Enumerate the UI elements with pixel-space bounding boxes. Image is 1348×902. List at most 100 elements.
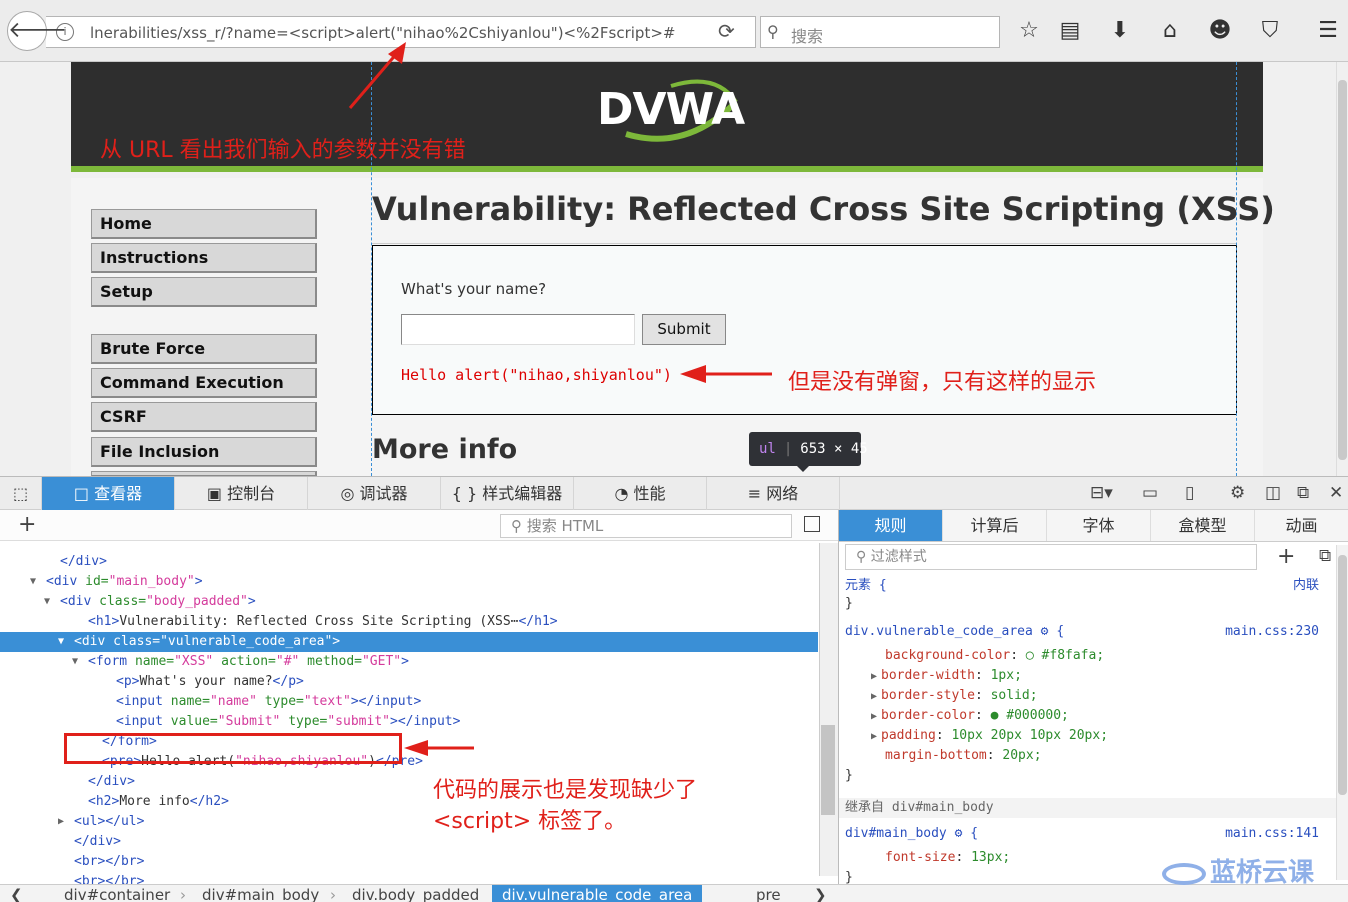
tab-console[interactable]: ▣ 控制台	[175, 477, 308, 510]
page-scrollbar-thumb[interactable]	[1338, 80, 1347, 460]
tree-toggle-icon[interactable]: ▼	[44, 592, 50, 612]
css-property[interactable]: margin-bottom	[885, 748, 987, 763]
markup-line-selected[interactable]: ▼ <div class="vulnerable_code_area">	[0, 632, 818, 652]
reload-icon[interactable]: ⟳	[718, 19, 735, 43]
back-button[interactable]: 🡐	[7, 11, 67, 51]
breadcrumb-item-body-padded[interactable]: div.body_padded	[352, 885, 479, 902]
tab-inspector[interactable]: □ 查看器	[42, 477, 175, 510]
markup-line[interactable]: <input name="name" type="text"></input>	[0, 692, 818, 712]
tab-rules[interactable]: 规则	[839, 510, 943, 541]
tab-fonts[interactable]: 字体	[1047, 510, 1151, 541]
submit-button[interactable]: Submit	[642, 314, 726, 345]
menu-home[interactable]: Home	[91, 209, 317, 239]
chat-icon[interactable]: ☻	[1206, 18, 1234, 44]
dock-side-icon[interactable]: ◫	[1265, 483, 1281, 503]
pocket-icon[interactable]: ⛉	[1256, 18, 1284, 44]
tree-toggle-icon[interactable]: ▼	[30, 572, 36, 592]
tab-style-editor[interactable]: { } 样式编辑器	[441, 477, 574, 510]
markup-line[interactable]: ▶ <ul></ul>	[0, 812, 818, 832]
css-value[interactable]: solid;	[991, 688, 1038, 703]
css-declaration[interactable]: ▶ border-width: 1px;	[871, 666, 1022, 687]
tab-debugger[interactable]: ◎ 调试器	[308, 477, 441, 510]
css-declaration[interactable]: ▶ border-style: solid;	[871, 686, 1038, 707]
add-node-icon[interactable]: +	[18, 512, 36, 537]
tab-performance[interactable]: ◔ 性能	[574, 477, 707, 510]
css-property[interactable]: padding	[881, 728, 936, 743]
css-value[interactable]: 10px 20px 10px 20px;	[951, 728, 1108, 743]
markup-line[interactable]: <h1>Vulnerability: Reflected Cross Site …	[0, 612, 818, 632]
css-value[interactable]: ◯ #f8fafa;	[1026, 648, 1104, 663]
breadcrumb-prev-icon[interactable]: ❮	[10, 885, 23, 902]
css-declaration[interactable]: margin-bottom: 20px;	[885, 746, 1042, 766]
css-property[interactable]: border-color	[881, 708, 975, 723]
menu-csrf[interactable]: CSRF	[91, 402, 317, 432]
css-value[interactable]: 20px;	[1002, 748, 1041, 763]
markup-line[interactable]: </div>	[0, 552, 818, 572]
tree-toggle-icon[interactable]: ▼	[72, 652, 78, 672]
menu-icon[interactable]: ☰	[1314, 18, 1342, 44]
css-declaration[interactable]: ▶ padding: 10px 20px 10px 20px;	[871, 726, 1108, 747]
breadcrumb-item-main-body[interactable]: div#main_body	[202, 885, 319, 902]
markup-line[interactable]: ▼ <form name="XSS" action="#" method="GET…	[0, 652, 818, 672]
split-console-icon[interactable]: ▭	[1142, 483, 1158, 503]
tab-computed[interactable]: 计算后	[943, 510, 1047, 541]
tab-network[interactable]: ≡ 网络	[707, 477, 840, 510]
css-property[interactable]: border-style	[881, 688, 975, 703]
css-declaration[interactable]: font-size: 13px;	[885, 848, 1010, 868]
search-input[interactable]: 搜索	[791, 23, 823, 47]
markup-line[interactable]: <input value="Submit" type="submit"></in…	[0, 712, 818, 732]
expand-toggle-icon[interactable]: ▶	[871, 731, 877, 742]
css-source-link[interactable]: main.css:141	[1225, 824, 1319, 844]
tab-box-model[interactable]: 盒模型	[1151, 510, 1255, 541]
sidebar-toggle-icon[interactable]	[804, 516, 820, 532]
search-box[interactable]: ⚲ 搜索	[760, 16, 1000, 48]
css-value[interactable]: 13px;	[971, 850, 1010, 865]
css-property[interactable]: background-color	[885, 648, 1010, 663]
breadcrumb-next-icon[interactable]: ❯	[814, 885, 827, 902]
menu-instructions[interactable]: Instructions	[91, 243, 317, 273]
add-rule-icon[interactable]: +	[1277, 544, 1295, 569]
download-icon[interactable]: ⬇	[1106, 18, 1134, 44]
breadcrumb-item-pre[interactable]: pre	[756, 885, 781, 902]
undock-icon[interactable]: ⧉	[1297, 483, 1309, 503]
expand-toggle-icon[interactable]: ▶	[871, 671, 877, 682]
close-icon[interactable]: ✕	[1329, 483, 1343, 503]
settings-gear-icon[interactable]: ⚙	[1230, 483, 1245, 503]
filter-styles-input[interactable]: ⚲ 过滤样式	[845, 544, 1257, 570]
breadcrumb-item-vulnerable-code-area[interactable]: div.vulnerable_code_area	[492, 885, 703, 902]
css-declaration[interactable]: background-color: ◯ #f8fafa;	[885, 646, 1104, 666]
layout-toggle-icon[interactable]: ⊟▾	[1090, 483, 1113, 503]
css-source-link[interactable]: main.css:230	[1225, 622, 1319, 642]
markup-line[interactable]: </div>	[0, 832, 818, 852]
breadcrumb-item-container[interactable]: div#container	[64, 885, 170, 902]
expand-toggle-icon[interactable]: ▶	[871, 711, 877, 722]
menu-brute-force[interactable]: Brute Force	[91, 334, 317, 364]
tab-animations[interactable]: 动画	[1255, 510, 1348, 541]
menu-setup[interactable]: Setup	[91, 277, 317, 307]
css-property[interactable]: border-width	[881, 668, 975, 683]
expand-toggle-icon[interactable]: ▶	[871, 691, 877, 702]
home-icon[interactable]: ⌂	[1156, 18, 1184, 44]
css-source-link[interactable]: 内联	[1293, 576, 1319, 596]
rules-scrollbar-thumb[interactable]	[1338, 555, 1347, 795]
markup-line[interactable]: ▼ <div id="main_body">	[0, 572, 818, 592]
name-input[interactable]	[401, 314, 635, 345]
element-picker-icon[interactable]: ⬚	[0, 477, 42, 510]
markup-line[interactable]: <p>What's your name?</p>	[0, 672, 818, 692]
css-value[interactable]: ● #000000;	[991, 708, 1069, 723]
bookmark-star-icon[interactable]: ☆	[1015, 18, 1043, 44]
css-property[interactable]: font-size	[885, 850, 955, 865]
markup-scrollbar[interactable]	[819, 543, 838, 876]
markup-line[interactable]: ▼ <div class="body_padded">	[0, 592, 818, 612]
tree-toggle-icon[interactable]: ▼	[58, 632, 64, 652]
search-html-input[interactable]: ⚲ 搜索 HTML	[500, 514, 792, 538]
css-declaration[interactable]: ▶ border-color: ● #000000;	[871, 706, 1069, 727]
markup-scrollbar-thumb[interactable]	[821, 725, 835, 815]
reading-list-icon[interactable]: ▤	[1056, 18, 1084, 44]
responsive-mode-icon[interactable]: ▯	[1185, 483, 1194, 503]
menu-file-inclusion[interactable]: File Inclusion	[91, 437, 317, 467]
toggle-pseudo-class-icon[interactable]: ⧉	[1319, 546, 1331, 566]
tree-toggle-icon[interactable]: ▶	[58, 812, 64, 832]
css-value[interactable]: 1px;	[991, 668, 1022, 683]
menu-command-execution[interactable]: Command Execution	[91, 368, 317, 398]
